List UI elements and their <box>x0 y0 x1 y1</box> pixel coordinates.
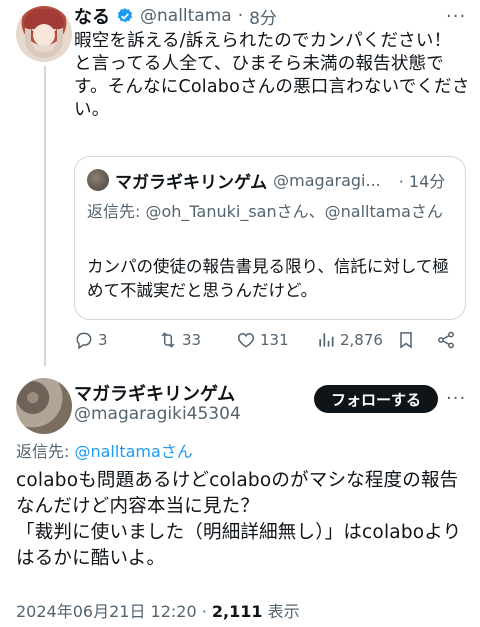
quoted-tweet-time: · 14分 <box>398 172 446 191</box>
quoted-avatar <box>87 169 109 191</box>
analytics-icon <box>319 333 334 347</box>
retweet-icon <box>161 332 175 348</box>
tweet-text-line: 「裁判に使いました（明細詳細無し）」はcolaboよりはるかに酷いよ。 <box>16 522 462 569</box>
tweet-timestamp[interactable]: 2024年06月21日 12:20 <box>16 602 197 621</box>
meta-separator: · <box>196 602 212 621</box>
share-icon <box>438 331 454 349</box>
tweet-text: 暇空を訴える/訴えられたのでカンパください！ と言ってる人全て、ひまそら未満の報… <box>74 30 470 122</box>
views-label: 表示 <box>262 602 300 621</box>
quoted-tweet-header: マガラギキリンゲム @magaragi... · 14分 <box>87 169 457 191</box>
reply-mentions: @oh_Tanuki_sanさん、@nalltamaさん <box>145 202 443 221</box>
reply-button[interactable]: 3 <box>74 330 108 350</box>
user-handle[interactable]: @magaragiki45304 <box>74 404 241 424</box>
more-options-icon[interactable]: ··· <box>446 6 466 27</box>
reply-prefix: 返信先: <box>87 202 146 221</box>
display-name[interactable]: マガラギキリンゲム <box>74 380 235 406</box>
reply-icon <box>76 332 92 350</box>
bookmark-icon <box>400 332 412 349</box>
views-count: 2,111 <box>211 602 263 621</box>
quoted-tweet[interactable]: マガラギキリンゲム @magaragi... · 14分 返信先: @oh_Ta… <box>74 156 466 320</box>
avatar[interactable] <box>16 6 72 62</box>
like-button[interactable]: 131 <box>236 330 289 350</box>
action-bar: 3 33 131 2,876 <box>74 330 470 356</box>
retweet-button[interactable]: 33 <box>158 330 201 350</box>
reply-prefix: 返信先: <box>16 442 75 461</box>
verified-badge-icon <box>117 8 133 23</box>
quoted-user-handle: @magaragi... <box>273 170 381 190</box>
quoted-display-name: マガラギキリンゲム <box>115 172 268 192</box>
reply-mention-link[interactable]: @nalltamaさん <box>74 442 192 461</box>
like-count: 131 <box>260 331 289 349</box>
tweet-text-line: と言ってる人全て、ひまそら未満の報告状態です。そんなにColaboさんの悪口言わ… <box>74 54 470 120</box>
reply-context: 返信先: @nalltamaさん <box>16 438 193 462</box>
display-name[interactable]: なる <box>74 3 110 29</box>
retweet-count: 33 <box>182 331 202 349</box>
share-button[interactable] <box>436 330 456 350</box>
tweet-text-line: 暇空を訴える/訴えられたのでカンパください！ <box>74 31 452 51</box>
parent-tweet[interactable]: なる @nalltama · 8分 ··· 暇空を訴える/訴えられたのでカンパく… <box>0 0 480 372</box>
views-button[interactable]: 2,876 <box>316 330 383 350</box>
quoted-tweet-text: カンパの使徒の報告書見る限り、信託に対して極めて不誠実だと思うんだけど。 <box>87 257 449 300</box>
more-options-icon[interactable]: ··· <box>446 388 466 409</box>
separator-dot: · <box>237 6 244 26</box>
views-count: 2,876 <box>340 331 383 349</box>
tweet-time[interactable]: 8分 <box>249 4 277 29</box>
avatar[interactable] <box>16 378 72 434</box>
tweet-header: なる @nalltama · 8分 <box>74 3 277 29</box>
follow-button[interactable]: フォローする <box>314 385 438 413</box>
tweet-text-line: colaboも問題あるけどcolaboのがマシな程度の報告なんだけど内容本当に見… <box>16 470 459 517</box>
quoted-reply-context: 返信先: @oh_Tanuki_sanさん、@nalltamaさん <box>87 201 457 223</box>
user-handle[interactable]: @nalltama <box>140 6 232 26</box>
tweet-text: colaboも問題あるけどcolaboのがマシな程度の報告なんだけど内容本当に見… <box>16 468 470 572</box>
tweet-metadata: 2024年06月21日 12:20 · 2,111 表示 <box>16 598 300 622</box>
avatar-face-shape <box>33 24 55 46</box>
bookmark-button[interactable] <box>396 330 416 350</box>
reply-count: 3 <box>98 331 108 349</box>
heart-icon <box>237 332 255 348</box>
